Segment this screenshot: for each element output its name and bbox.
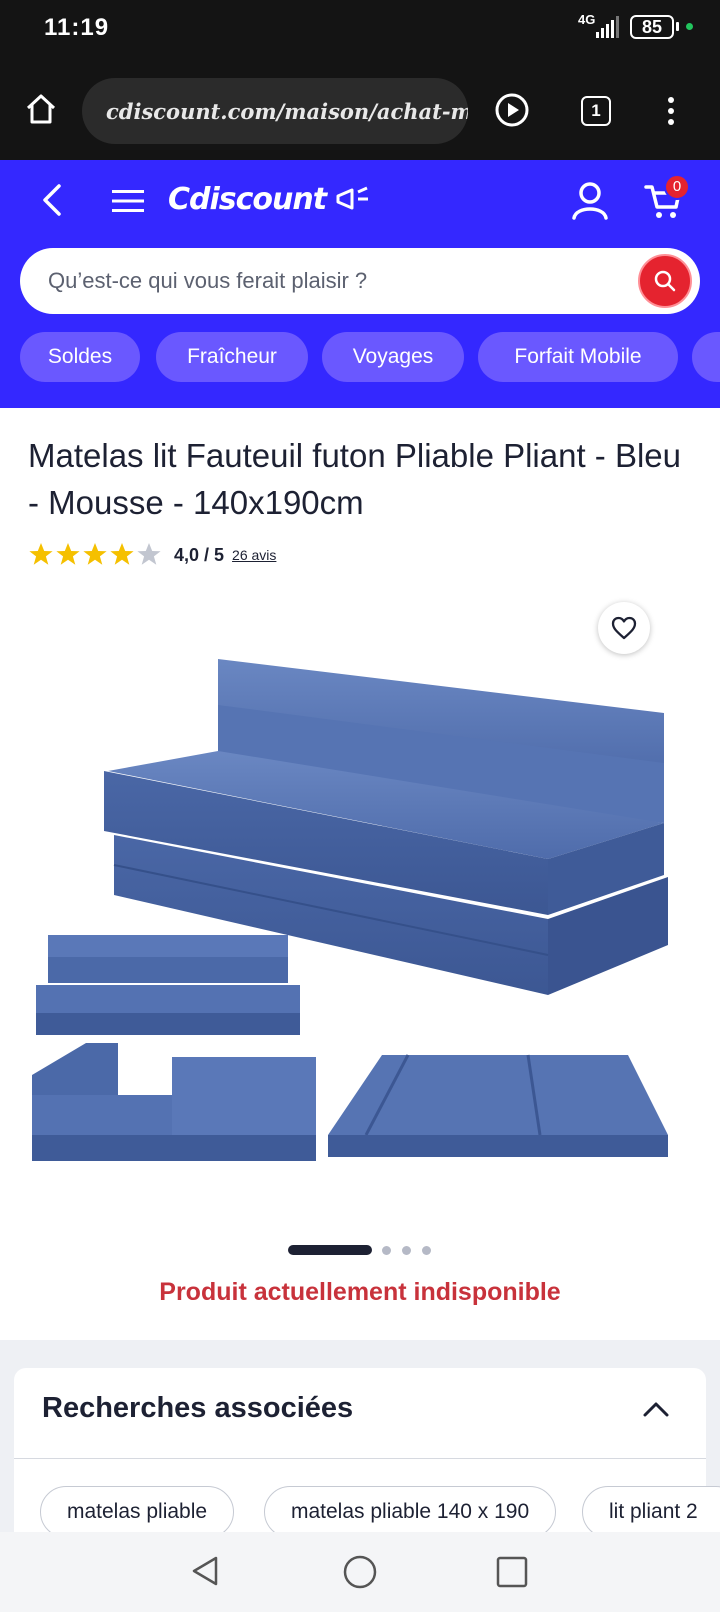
- signal-icon: [596, 16, 619, 38]
- cdiscount-logo[interactable]: Cdiscount: [168, 182, 370, 217]
- product-image[interactable]: [28, 655, 692, 1205]
- chip-forfait-mobile[interactable]: Forfait Mobile: [478, 332, 678, 382]
- browser-toolbar: cdiscount.com/maison/achat-meubl 1: [0, 58, 720, 160]
- back-arrow-icon[interactable]: [40, 182, 64, 218]
- logo-text: Cdiscount: [168, 182, 327, 217]
- availability-status: Produit actuellement indisponible: [159, 1278, 561, 1306]
- carousel-dot-active[interactable]: [288, 1245, 372, 1255]
- search-input[interactable]: [48, 248, 638, 314]
- home-icon[interactable]: [24, 92, 58, 126]
- status-time: 11:19: [44, 14, 110, 41]
- menu-icon[interactable]: [112, 188, 144, 214]
- search-button[interactable]: [638, 254, 692, 308]
- carousel-dot[interactable]: [422, 1246, 431, 1255]
- add-to-favorites-button[interactable]: [598, 602, 650, 654]
- nav-back-icon[interactable]: [188, 1554, 222, 1588]
- related-searches-card: Recherches associées matelas pliable mat…: [14, 1368, 720, 1538]
- mattress-flat-view: [328, 1054, 668, 1157]
- related-tag[interactable]: matelas pliable 140 x 190: [264, 1486, 557, 1538]
- sofa-chair-view: [32, 1043, 316, 1161]
- search-icon: [654, 270, 676, 292]
- system-navigation-bar: [0, 1532, 720, 1612]
- status-bar: 11:19 4G 85: [0, 0, 720, 58]
- rating-stars-icon: [29, 543, 161, 565]
- product-title: Matelas lit Fauteuil futon Pliable Plian…: [28, 437, 682, 521]
- related-searches-title: Recherches associées: [42, 1392, 354, 1424]
- related-tag[interactable]: lit pliant 2: [582, 1486, 720, 1538]
- chip-soldes[interactable]: Soldes: [20, 332, 140, 382]
- chip-fraicheur[interactable]: Fraîcheur: [156, 332, 308, 382]
- chip-voyages[interactable]: Voyages: [322, 332, 464, 382]
- category-chips: Soldes Fraîcheur Voyages Forfait Mobile: [0, 332, 720, 386]
- sofa-front-view: [36, 935, 300, 1035]
- search-bar: [20, 248, 700, 314]
- product-rating[interactable]: 4,0 / 5 26 avis: [28, 540, 276, 570]
- charging-dot: [686, 23, 693, 30]
- nav-home-icon[interactable]: [342, 1554, 378, 1590]
- url-bar[interactable]: cdiscount.com/maison/achat-meubl: [82, 78, 468, 144]
- chip-next-partial[interactable]: [692, 332, 720, 382]
- battery-indicator: 85: [630, 15, 674, 39]
- related-tag[interactable]: matelas pliable: [40, 1486, 235, 1538]
- tabs-button[interactable]: 1: [581, 96, 611, 126]
- play-icon[interactable]: [494, 92, 530, 128]
- more-options-icon[interactable]: [666, 96, 676, 126]
- reviews-link[interactable]: 26 avis: [232, 547, 276, 563]
- cart-count-badge: 0: [664, 174, 690, 200]
- network-type: 4G: [578, 12, 596, 27]
- carousel-dot[interactable]: [402, 1246, 411, 1255]
- battery-tip: [676, 22, 679, 31]
- chevron-up-icon[interactable]: [642, 1400, 670, 1418]
- divider: [14, 1458, 706, 1459]
- user-account-icon[interactable]: [570, 180, 610, 220]
- rating-value: 4,0 / 5: [174, 544, 225, 565]
- nav-recent-apps-icon[interactable]: [496, 1556, 528, 1588]
- megaphone-icon: [336, 186, 368, 210]
- heart-icon: [611, 616, 637, 640]
- site-header: Cdiscount 0 Soldes Fraîcheur Voyages For…: [0, 160, 720, 408]
- carousel-dot[interactable]: [382, 1246, 391, 1255]
- url-text: cdiscount.com/maison/achat-meubl: [106, 98, 468, 124]
